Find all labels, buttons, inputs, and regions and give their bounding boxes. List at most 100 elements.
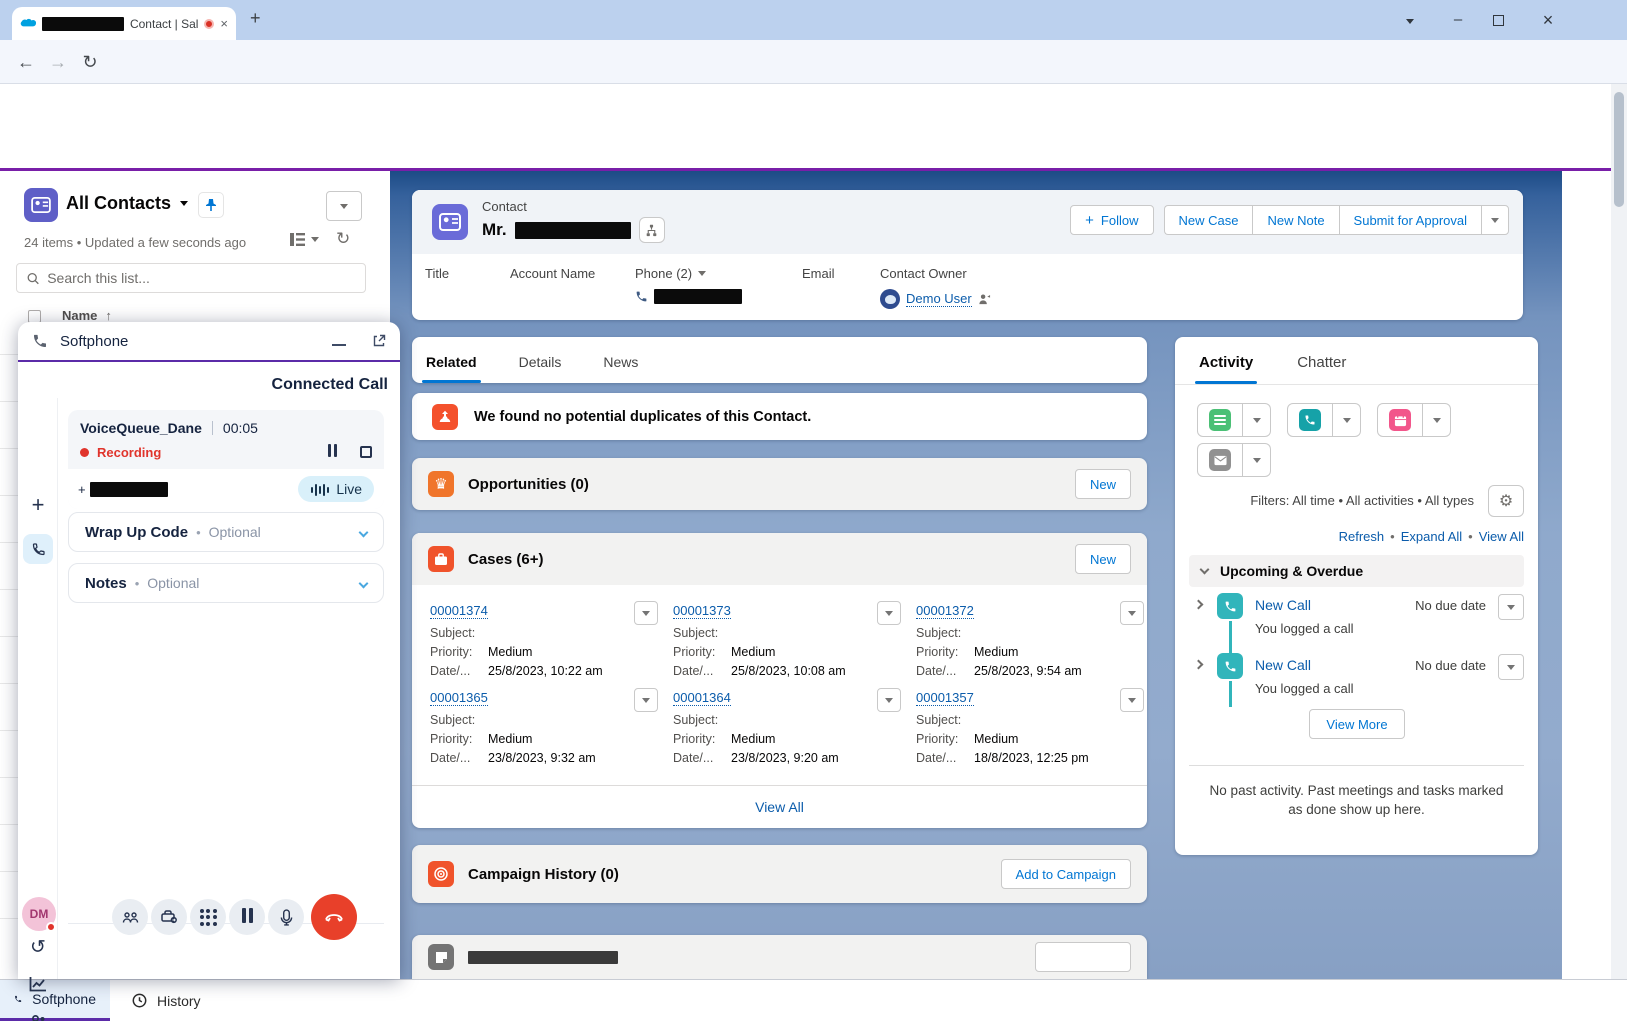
more-actions-button[interactable] (1481, 205, 1509, 235)
new-task-button[interactable] (1197, 403, 1243, 437)
list-search[interactable] (16, 263, 366, 293)
case-number-link[interactable]: 00001374 (430, 603, 488, 619)
view-hierarchy-button[interactable] (639, 217, 665, 243)
new-call-icon[interactable]: + (18, 492, 58, 518)
stats-icon[interactable] (18, 976, 58, 992)
hold-button[interactable] (229, 899, 265, 935)
case-number-link[interactable]: 00001365 (430, 690, 488, 706)
case-number-link[interactable]: 00001357 (916, 690, 974, 706)
case-actions-button[interactable] (634, 688, 658, 712)
partial-action-button[interactable] (1035, 942, 1131, 972)
event-dropdown-button[interactable] (1423, 403, 1451, 437)
notes-section[interactable]: Notes • Optional (68, 563, 384, 603)
call-history-icon[interactable]: ↺ (18, 936, 58, 959)
tab-search-icon[interactable] (1395, 0, 1425, 40)
tab-recording-indicator-icon (204, 19, 214, 29)
list-search-input[interactable] (47, 270, 355, 286)
back-button[interactable]: ← (12, 40, 40, 84)
phone-dropdown-icon[interactable] (698, 271, 706, 276)
new-event-button[interactable] (1377, 403, 1423, 437)
new-case-button[interactable]: New Case (1164, 205, 1253, 235)
task-dropdown-button[interactable] (1243, 403, 1271, 437)
case-actions-button[interactable] (1120, 601, 1144, 625)
conference-button[interactable] (112, 899, 148, 935)
window-close-button[interactable]: × (1533, 0, 1563, 40)
chevron-down-icon[interactable] (359, 578, 369, 588)
email-icon (1209, 449, 1231, 471)
case-actions-button[interactable] (877, 688, 901, 712)
list-view-selector[interactable]: All Contacts (66, 193, 188, 214)
refresh-icon[interactable]: ↻ (336, 229, 350, 249)
expand-item-icon[interactable] (1194, 600, 1204, 610)
transfer-button[interactable] (151, 899, 187, 935)
new-opportunity-button[interactable]: New (1075, 469, 1131, 499)
expand-item-icon[interactable] (1194, 660, 1204, 670)
case-actions-button[interactable] (634, 601, 658, 625)
case-number-link[interactable]: 00001364 (673, 690, 731, 706)
chevron-down-icon[interactable] (359, 527, 369, 537)
forward-button[interactable]: → (44, 40, 72, 84)
browser-tab[interactable]: Contact | Sal × (12, 7, 236, 40)
case-actions-button[interactable] (1120, 688, 1144, 712)
active-call-tab-icon[interactable] (23, 534, 53, 564)
case-number-link[interactable]: 00001373 (673, 603, 731, 619)
dialpad-button[interactable] (190, 899, 226, 935)
timeline-call-link[interactable]: New Call (1255, 597, 1311, 613)
scrollbar-thumb[interactable] (1614, 92, 1624, 207)
add-to-campaign-button[interactable]: Add to Campaign (1001, 859, 1131, 889)
tab-activity[interactable]: Activity (1199, 354, 1253, 384)
contacts-icon[interactable] (18, 1014, 58, 1021)
tab-news[interactable]: News (603, 354, 638, 383)
submit-for-approval-button[interactable]: Submit for Approval (1339, 205, 1481, 235)
list-view-controls-button[interactable] (326, 191, 362, 221)
live-badge[interactable]: Live (298, 476, 374, 502)
refresh-link[interactable]: Refresh (1339, 529, 1385, 544)
timeline-actions-button[interactable] (1498, 654, 1524, 680)
window-minimize-button[interactable]: – (1443, 0, 1473, 40)
tab-chatter[interactable]: Chatter (1297, 354, 1346, 384)
case-tile: 00001372 Subject: Priority:Medium Date/.… (916, 603, 1144, 685)
mute-button[interactable] (268, 899, 304, 935)
stop-recording-icon[interactable] (360, 446, 372, 458)
minimize-icon[interactable] (332, 344, 346, 346)
cases-view-all-link[interactable]: View All (755, 799, 804, 815)
call-dropdown-button[interactable] (1333, 403, 1361, 437)
upcoming-overdue-section-header[interactable]: Upcoming & Overdue (1189, 555, 1524, 587)
tab-details[interactable]: Details (519, 354, 562, 383)
pin-icon[interactable] (198, 192, 224, 218)
view-more-button[interactable]: View More (1309, 709, 1405, 739)
subject-label: Subject: (916, 626, 974, 640)
email-dropdown-button[interactable] (1243, 443, 1271, 477)
utility-history-tab[interactable]: History (118, 980, 228, 1021)
timeline-actions-button[interactable] (1498, 594, 1524, 620)
new-note-button[interactable]: New Note (1252, 205, 1338, 235)
end-call-button[interactable] (311, 894, 357, 940)
view-all-link[interactable]: View All (1479, 529, 1524, 544)
activity-settings-icon[interactable]: ⚙ (1488, 485, 1524, 517)
log-a-call-button[interactable] (1287, 403, 1333, 437)
tab-related[interactable]: Related (426, 354, 477, 383)
timeline-call-link[interactable]: New Call (1255, 657, 1311, 673)
name-column-header[interactable]: Name ↑ (62, 308, 112, 323)
new-case-list-button[interactable]: New (1075, 544, 1131, 574)
caller-number-redaction (90, 482, 168, 497)
change-owner-icon[interactable] (978, 293, 991, 306)
expand-all-link[interactable]: Expand All (1401, 529, 1462, 544)
reload-button[interactable]: ↻ (76, 40, 104, 84)
follow-button[interactable]: +Follow (1070, 205, 1153, 235)
wrap-up-code-section[interactable]: Wrap Up Code • Optional (68, 512, 384, 552)
case-number-link[interactable]: 00001372 (916, 603, 974, 619)
page-scrollbar[interactable] (1611, 84, 1627, 1021)
display-as-button[interactable] (290, 233, 319, 246)
case-actions-button[interactable] (877, 601, 901, 625)
window-maximize-button[interactable] (1493, 15, 1504, 26)
pause-recording-icon[interactable] (326, 444, 338, 460)
tab-close-icon[interactable]: × (220, 16, 228, 31)
popout-icon[interactable] (372, 334, 386, 348)
email-button[interactable] (1197, 443, 1243, 477)
new-tab-button[interactable]: + (250, 8, 261, 29)
utility-bar: Softphone History (0, 979, 1627, 1021)
search-icon (27, 272, 39, 285)
owner-link[interactable]: Demo User (906, 291, 972, 307)
live-label: Live (336, 481, 362, 497)
